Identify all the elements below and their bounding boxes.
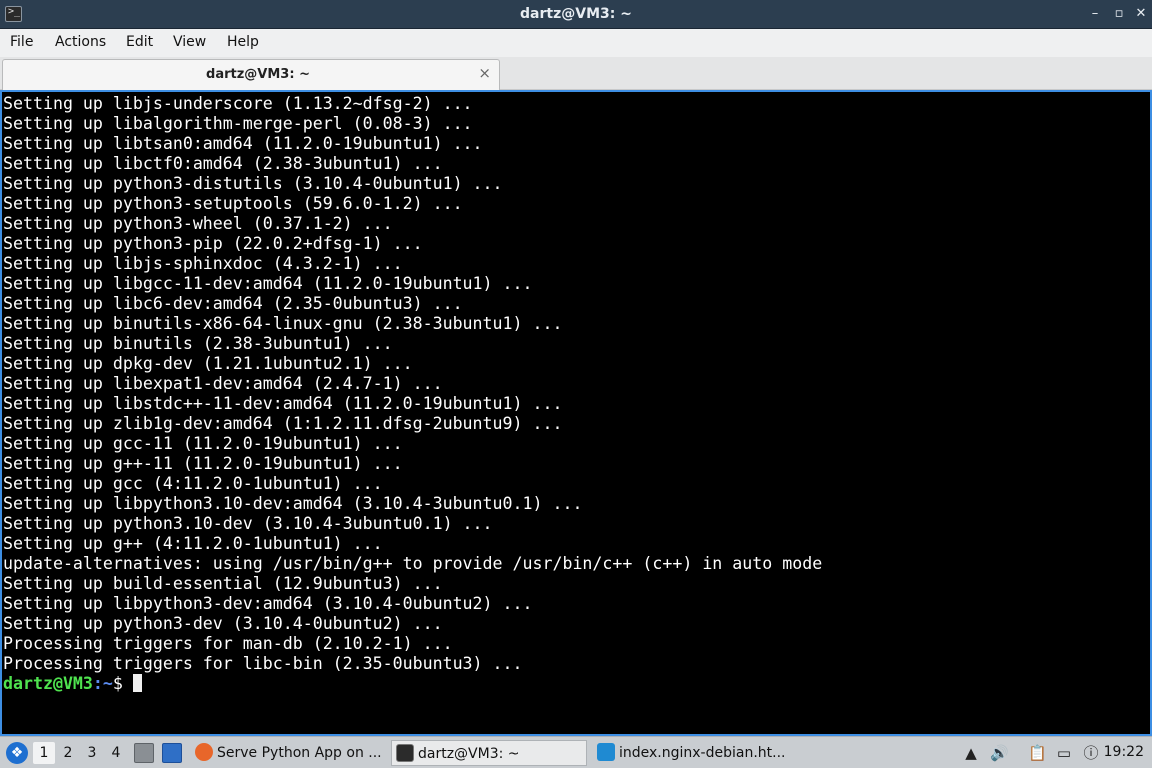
terminal-line: Setting up libtsan0:amd64 (11.2.0-19ubun… xyxy=(3,134,483,153)
terminal-icon xyxy=(396,744,414,762)
terminal-line: Setting up python3-setuptools (59.6.0-1.… xyxy=(3,194,463,213)
terminal-line: Setting up python3.10-dev (3.10.4-3ubunt… xyxy=(3,514,493,533)
terminal-line: Setting up binutils (2.38-3ubuntu1) ... xyxy=(3,334,393,353)
updates-icon[interactable]: ▲ xyxy=(962,744,980,762)
notification-icon[interactable]: ⓘ xyxy=(1082,744,1100,762)
terminal-line: Setting up python3-dev (3.10.4-0ubuntu2)… xyxy=(3,614,443,633)
prompt-user-host: dartz@VM3 xyxy=(3,674,93,693)
window-title: dartz@VM3: ~ xyxy=(520,6,632,22)
workspace-3[interactable]: 3 xyxy=(81,742,103,764)
tab-label: dartz@VM3: ~ xyxy=(206,67,310,82)
file-manager-icon[interactable] xyxy=(134,743,154,763)
terminal-line: Setting up libc6-dev:amd64 (2.35-0ubuntu… xyxy=(3,294,463,313)
minimize-button[interactable]: – xyxy=(1086,5,1104,23)
text-cursor xyxy=(132,674,142,692)
network-icon[interactable]: ▭ xyxy=(1055,744,1073,762)
terminal-line: Setting up binutils-x86-64-linux-gnu (2.… xyxy=(3,314,563,333)
terminal-line: update-alternatives: using /usr/bin/g++ … xyxy=(3,554,823,573)
terminal-line: Setting up python3-pip (22.0.2+dfsg-1) .… xyxy=(3,234,423,253)
terminal-line: Setting up libctf0:amd64 (2.38-3ubuntu1)… xyxy=(3,154,443,173)
window-titlebar[interactable]: >_ dartz@VM3: ~ – ▫ ✕ xyxy=(0,0,1152,29)
terminal-line: Processing triggers for man-db (2.10.2-1… xyxy=(3,634,453,653)
terminal-line: Setting up libexpat1-dev:amd64 (2.4.7-1)… xyxy=(3,374,443,393)
terminal-line: Processing triggers for libc-bin (2.35-0… xyxy=(3,654,523,673)
terminal-line: Setting up python3-wheel (0.37.1-2) ... xyxy=(3,214,393,233)
terminal-view[interactable]: Setting up libjs-underscore (1.13.2~dfsg… xyxy=(0,90,1152,736)
terminal-line: Setting up build-essential (12.9ubuntu3)… xyxy=(3,574,443,593)
terminal-output: Setting up libjs-underscore (1.13.2~dfsg… xyxy=(3,94,1150,694)
terminal-line: Setting up libjs-sphinxdoc (4.3.2-1) ... xyxy=(3,254,403,273)
task-terminal-label: dartz@VM3: ~ xyxy=(418,746,520,762)
maximize-button[interactable]: ▫ xyxy=(1110,5,1128,23)
terminal-line: Setting up libstdc++-11-dev:amd64 (11.2.… xyxy=(3,394,563,413)
task-terminal[interactable]: dartz@VM3: ~ xyxy=(391,740,587,766)
tab-terminal[interactable]: dartz@VM3: ~ × xyxy=(2,59,500,90)
close-button[interactable]: ✕ xyxy=(1132,5,1150,23)
terminal-line: Setting up g++ (4:11.2.0-1ubuntu1) ... xyxy=(3,534,383,553)
terminal-line: Setting up libpython3-dev:amd64 (3.10.4-… xyxy=(3,594,533,613)
menu-help[interactable]: Help xyxy=(225,34,261,50)
task-vscode-label: index.nginx-debian.ht... xyxy=(619,745,786,761)
clipboard-icon[interactable]: 📋 xyxy=(1028,744,1047,762)
firefox-icon xyxy=(195,743,213,761)
terminal-line: Setting up libgcc-11-dev:amd64 (11.2.0-1… xyxy=(3,274,533,293)
terminal-line: Setting up gcc (4:11.2.0-1ubuntu1) ... xyxy=(3,474,383,493)
show-desktop-icon[interactable] xyxy=(162,743,182,763)
taskbar: ❖ 1 2 3 4 Serve Python App on ... dartz@… xyxy=(0,736,1152,768)
terminal-line: Setting up g++-11 (11.2.0-19ubuntu1) ... xyxy=(3,454,403,473)
task-firefox-label: Serve Python App on ... xyxy=(217,745,382,761)
terminal-line: Setting up zlib1g-dev:amd64 (1:1.2.11.df… xyxy=(3,414,563,433)
volume-icon[interactable]: 🔊 xyxy=(990,744,1009,762)
tab-bar: dartz@VM3: ~ × xyxy=(0,57,1152,90)
lxqt-start-icon[interactable]: ❖ xyxy=(6,742,28,764)
prompt-path: :~ xyxy=(92,674,113,693)
menu-view[interactable]: View xyxy=(171,34,208,50)
menu-bar: File Actions Edit View Help xyxy=(0,29,1152,57)
menu-actions[interactable]: Actions xyxy=(53,34,108,50)
terminal-line: Setting up libpython3.10-dev:amd64 (3.10… xyxy=(3,494,583,513)
terminal-line: Setting up python3-distutils (3.10.4-0ub… xyxy=(3,174,503,193)
terminal-line: Setting up libjs-underscore (1.13.2~dfsg… xyxy=(3,94,473,113)
workspace-2[interactable]: 2 xyxy=(57,742,79,764)
task-firefox[interactable]: Serve Python App on ... xyxy=(191,740,387,766)
terminal-line: Setting up libalgorithm-merge-perl (0.08… xyxy=(3,114,473,133)
workspace-4[interactable]: 4 xyxy=(105,742,127,764)
terminal-line: Setting up dpkg-dev (1.21.1ubuntu2.1) ..… xyxy=(3,354,413,373)
task-vscode[interactable]: index.nginx-debian.ht... xyxy=(593,740,789,766)
menu-edit[interactable]: Edit xyxy=(124,34,155,50)
terminal-line: Setting up gcc-11 (11.2.0-19ubuntu1) ... xyxy=(3,434,403,453)
clock[interactable]: 19:22 xyxy=(1104,744,1144,760)
terminal-prompt[interactable]: dartz@VM3:~$ xyxy=(3,674,1150,694)
menu-file[interactable]: File xyxy=(8,34,35,50)
vscode-icon xyxy=(597,743,615,761)
prompt-symbol: $ xyxy=(112,674,123,693)
workspace-1[interactable]: 1 xyxy=(33,742,55,764)
tab-close-icon[interactable]: × xyxy=(478,64,491,82)
